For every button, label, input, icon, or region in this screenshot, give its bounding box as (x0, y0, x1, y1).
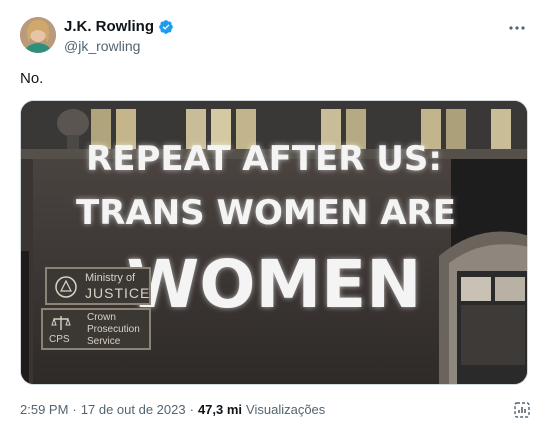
tweet-media-image[interactable]: REPEAT AFTER US: TRANS WOMEN ARE WOMEN M… (20, 100, 528, 385)
projection-line-1: REPEAT AFTER US: (86, 139, 442, 179)
analytics-icon[interactable] (513, 401, 531, 419)
plaque-cps: CPS Crown Prosecution Service (41, 308, 151, 350)
plaque-cps-line-1: Crown (87, 312, 116, 323)
views-label: Visualizações (246, 402, 326, 417)
author-name-row: J.K. Rowling (64, 18, 174, 36)
plaque-justice-line-2: JUSTICE (85, 285, 151, 301)
plaque-ministry-of-justice: Ministry of JUSTICE (45, 267, 151, 305)
plaque-cps-line-3: Service (87, 336, 121, 347)
scales-icon (51, 316, 71, 330)
tweet-text: No. (20, 70, 44, 87)
tweet-card: J.K. Rowling @jk_rowling No. REPEAT AFTE… (0, 0, 545, 422)
avatar[interactable] (20, 17, 56, 53)
author-display-name[interactable]: J.K. Rowling (64, 18, 154, 36)
more-options-icon[interactable] (507, 18, 527, 38)
tweet-footer: 2:59 PM · 17 de out de 2023 · 47,3 mi Vi… (20, 402, 325, 417)
footer-separator: · (189, 402, 194, 417)
plaque-justice-line-1: Ministry of (85, 272, 136, 284)
projection-line-2: TRANS WOMEN ARE (76, 193, 456, 233)
plaque-cps-abbr: CPS (49, 334, 70, 345)
author-handle[interactable]: @jk_rowling (64, 38, 140, 54)
verified-badge-icon (158, 19, 174, 35)
footer-separator: · (72, 402, 77, 417)
avatar-image (20, 17, 56, 53)
views-count: 47,3 mi (197, 402, 243, 417)
crest-icon (55, 276, 77, 298)
tweet-time[interactable]: 2:59 PM (20, 402, 68, 417)
plaque-cps-line-2: Prosecution (87, 324, 140, 335)
tweet-date[interactable]: 17 de out de 2023 (81, 402, 186, 417)
